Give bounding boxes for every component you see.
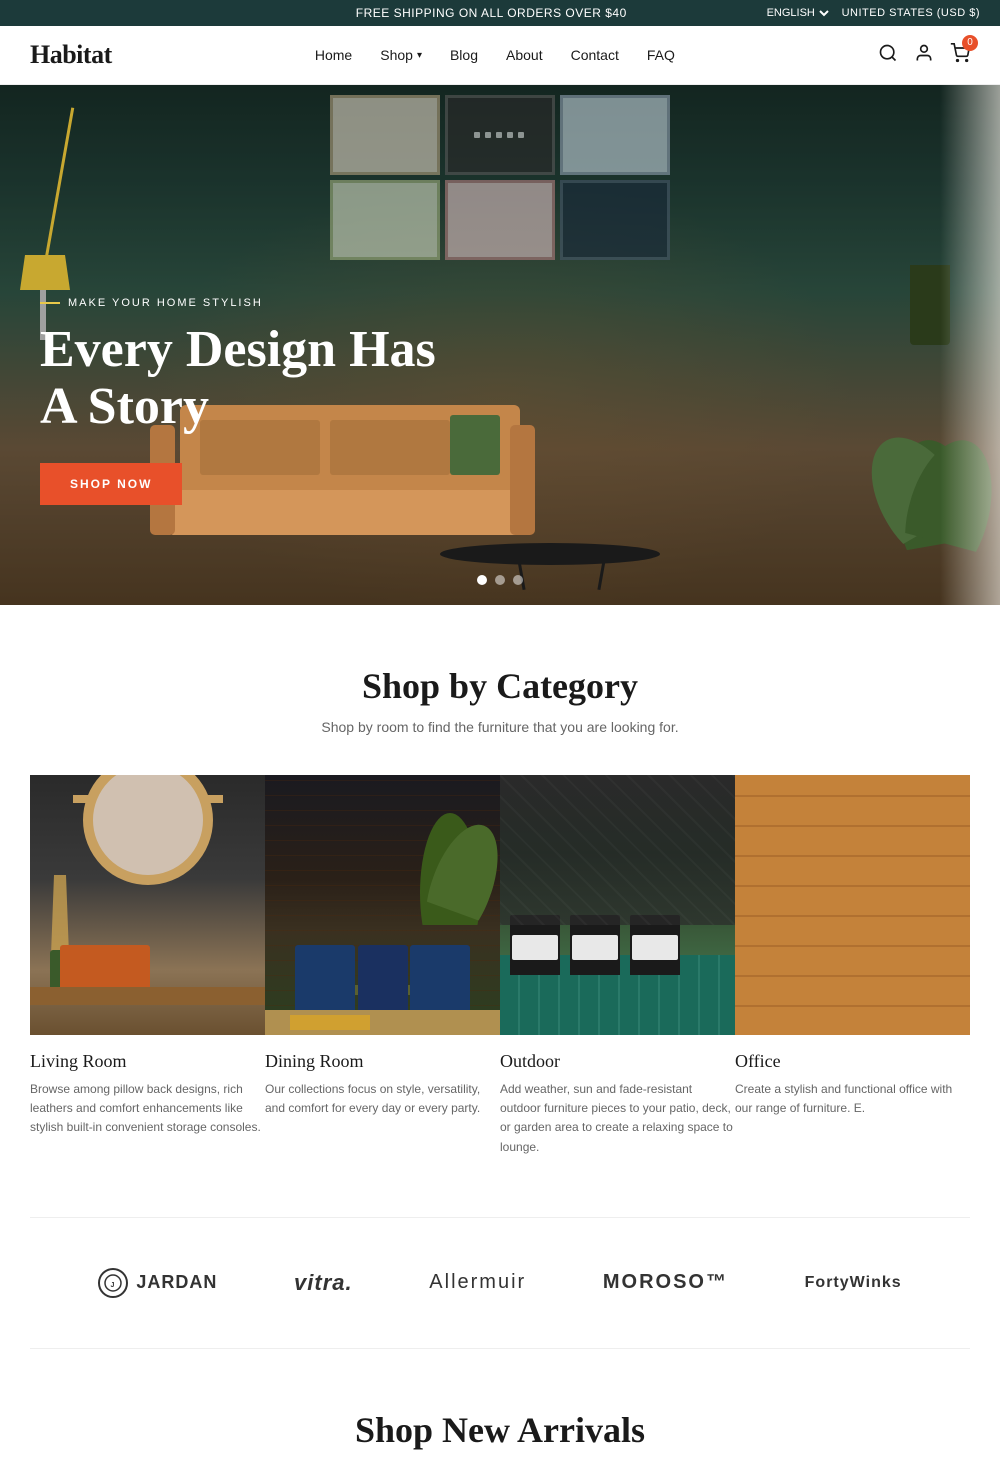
- category-desc-outdoor: Add weather, sun and fade-resistant outd…: [500, 1080, 735, 1157]
- brand-fortywinks[interactable]: FortyWinks: [805, 1274, 902, 1292]
- hero-dots: [477, 575, 523, 585]
- nav-contact[interactable]: Contact: [571, 47, 619, 63]
- category-grid: Living Room Browse among pillow back des…: [30, 775, 970, 1177]
- shop-now-button[interactable]: SHOP NOW: [40, 463, 182, 505]
- shipping-notice: FREE SHIPPING ON ALL ORDERS OVER $40: [220, 6, 763, 20]
- currency-selector[interactable]: UNITED STATES (USD $): [842, 7, 980, 19]
- nav-about[interactable]: About: [506, 47, 543, 63]
- header-icons: 0: [878, 43, 970, 68]
- nav-faq[interactable]: FAQ: [647, 47, 675, 63]
- category-info-office: Office Create a stylish and functional o…: [735, 1035, 970, 1138]
- category-name-living: Living Room: [30, 1051, 265, 1072]
- category-card-outdoor[interactable]: Outdoor Add weather, sun and fade-resist…: [500, 775, 735, 1177]
- brand-vitra[interactable]: vitra.: [294, 1270, 353, 1296]
- site-logo[interactable]: Habitat: [30, 40, 112, 70]
- category-section-title: Shop by Category: [30, 665, 970, 707]
- shop-category-section: Shop by Category Shop by room to find th…: [0, 605, 1000, 1217]
- nav-shop[interactable]: Shop ▾: [380, 47, 422, 63]
- category-info-outdoor: Outdoor Add weather, sun and fade-resist…: [500, 1035, 735, 1177]
- hero-dot-3[interactable]: [513, 575, 523, 585]
- search-icon[interactable]: [878, 43, 898, 68]
- brands-section: J JARDAN vitra. Allermuir MOROSO™ FortyW…: [30, 1217, 970, 1349]
- nav-blog[interactable]: Blog: [450, 47, 478, 63]
- site-header: Habitat Home Shop ▾ Blog About Contact F…: [0, 26, 1000, 85]
- brand-fortywinks-label: FortyWinks: [805, 1274, 902, 1291]
- account-icon[interactable]: [914, 43, 934, 68]
- nav-home[interactable]: Home: [315, 47, 352, 63]
- category-card-dining[interactable]: Dining Room Our collections focus on sty…: [265, 775, 500, 1177]
- category-desc-office: Create a stylish and functional office w…: [735, 1080, 970, 1118]
- category-name-outdoor: Outdoor: [500, 1051, 735, 1072]
- hero-dot-2[interactable]: [495, 575, 505, 585]
- category-name-office: Office: [735, 1051, 970, 1072]
- category-desc-dining: Our collections focus on style, versatil…: [265, 1080, 500, 1118]
- category-section-subtitle: Shop by room to find the furniture that …: [30, 719, 970, 735]
- category-card-office[interactable]: Office Create a stylish and functional o…: [735, 775, 970, 1177]
- category-info-dining: Dining Room Our collections focus on sty…: [265, 1035, 500, 1138]
- brand-jardan-label: JARDAN: [136, 1272, 217, 1293]
- brand-jardan[interactable]: J JARDAN: [98, 1268, 217, 1298]
- hero-frames: [330, 95, 670, 260]
- cart-icon[interactable]: 0: [950, 43, 970, 68]
- cart-count: 0: [962, 35, 978, 51]
- category-info-living: Living Room Browse among pillow back des…: [30, 1035, 265, 1158]
- hero-curtain: [940, 85, 1000, 605]
- coffee-table: [440, 543, 660, 565]
- brand-moroso-label: MOROSO™: [603, 1271, 728, 1293]
- main-nav: Home Shop ▾ Blog About Contact FAQ: [315, 47, 675, 63]
- brand-moroso[interactable]: MOROSO™: [603, 1271, 728, 1294]
- hero-tagline: MAKE YOUR HOME STYLISH: [40, 297, 460, 309]
- hero-section: MAKE YOUR HOME STYLISH Every Design Has …: [0, 85, 1000, 605]
- top-bar: FREE SHIPPING ON ALL ORDERS OVER $40 ENG…: [0, 0, 1000, 26]
- hero-content: MAKE YOUR HOME STYLISH Every Design Has …: [40, 297, 460, 505]
- brand-vitra-label: vitra.: [294, 1270, 353, 1295]
- hero-dot-1[interactable]: [477, 575, 487, 585]
- brand-allermuir[interactable]: Allermuir: [429, 1271, 526, 1294]
- brand-allermuir-label: Allermuir: [429, 1271, 526, 1293]
- category-desc-living: Browse among pillow back designs, rich l…: [30, 1080, 265, 1138]
- hero-title: Every Design Has A Story: [40, 321, 460, 435]
- category-card-living[interactable]: Living Room Browse among pillow back des…: [30, 775, 265, 1177]
- top-bar-right: ENGLISH UNITED STATES (USD $): [763, 6, 980, 20]
- svg-text:J: J: [111, 1282, 116, 1289]
- chevron-down-icon: ▾: [417, 50, 422, 61]
- jardan-icon: J: [98, 1268, 128, 1298]
- arrivals-title: Shop New Arrivals: [30, 1409, 970, 1451]
- category-name-dining: Dining Room: [265, 1051, 500, 1072]
- language-select[interactable]: ENGLISH: [763, 6, 832, 20]
- arrivals-section: Shop New Arrivals: [0, 1349, 1000, 1471]
